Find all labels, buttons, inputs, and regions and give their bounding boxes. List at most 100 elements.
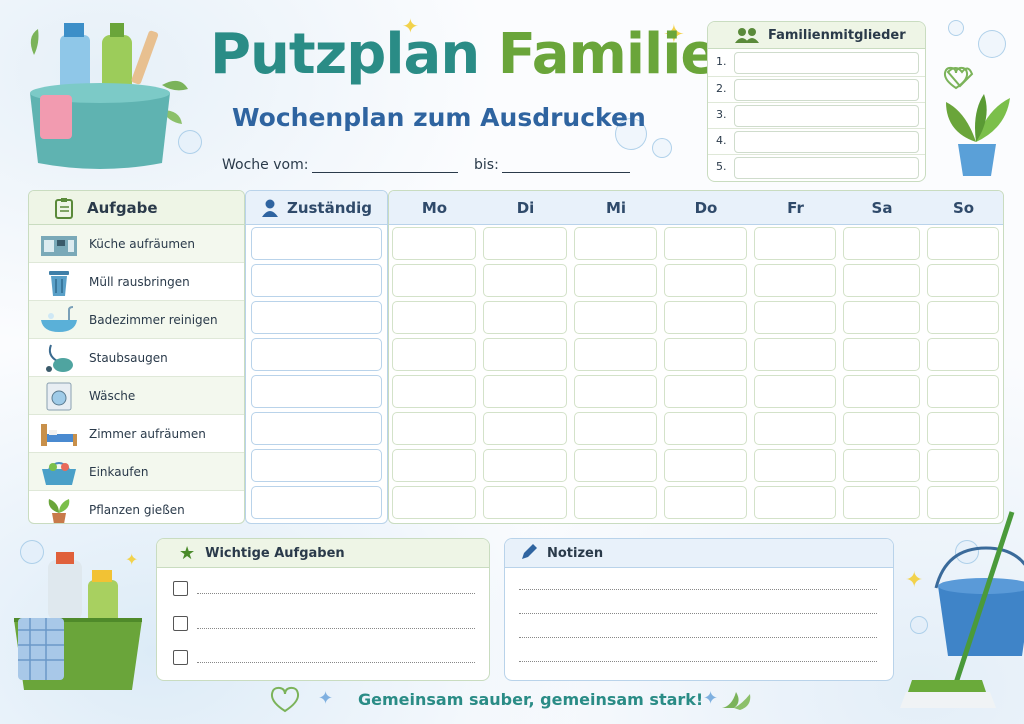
member-name-field[interactable] [734, 79, 919, 101]
important-tasks-title: Wichtige Aufgaben [205, 545, 345, 561]
day-cell[interactable] [843, 412, 920, 445]
day-cell[interactable] [392, 412, 476, 445]
task-checkbox[interactable] [173, 581, 188, 596]
assignee-cell[interactable] [251, 449, 382, 482]
day-cell[interactable] [927, 227, 999, 260]
day-cell[interactable] [574, 301, 657, 334]
member-name-field[interactable] [734, 105, 919, 127]
day-cell[interactable] [483, 338, 567, 371]
day-cell[interactable] [664, 375, 747, 408]
notes-box: Notizen [504, 538, 894, 681]
day-cell[interactable] [392, 264, 476, 297]
week-to-field[interactable] [502, 172, 630, 173]
task-checkbox[interactable] [173, 616, 188, 631]
member-name-field[interactable] [734, 131, 919, 153]
day-cell[interactable] [392, 449, 476, 482]
member-row: 5. [708, 154, 925, 181]
member-row: 2. [708, 76, 925, 103]
day-cell[interactable] [574, 449, 657, 482]
page-title: Putzplan Familie [210, 22, 718, 87]
day-cell[interactable] [754, 338, 836, 371]
week-to-label: bis: [474, 157, 499, 173]
day-cell[interactable] [574, 412, 657, 445]
day-cell[interactable] [754, 412, 836, 445]
pencil-icon [522, 544, 537, 559]
day-cell[interactable] [754, 375, 836, 408]
day-cell[interactable] [927, 449, 999, 482]
day-cell[interactable] [574, 338, 657, 371]
notes-line[interactable] [519, 613, 877, 614]
day-cell[interactable] [664, 264, 747, 297]
day-cell[interactable] [392, 301, 476, 334]
day-cell[interactable] [574, 227, 657, 260]
day-cell[interactable] [843, 264, 920, 297]
day-cell[interactable] [574, 486, 657, 519]
day-cell[interactable] [574, 264, 657, 297]
day-cell[interactable] [843, 449, 920, 482]
day-cell[interactable] [843, 227, 920, 260]
member-row: 3. [708, 102, 925, 129]
task-checkbox[interactable] [173, 650, 188, 665]
assignee-cell[interactable] [251, 486, 382, 519]
assignee-cell[interactable] [251, 301, 382, 334]
assignee-cell[interactable] [251, 338, 382, 371]
day-header: Sa [840, 191, 925, 225]
day-cell[interactable] [927, 338, 999, 371]
family-members-box: Familienmitglieder 1. 2. 3. 4. 5. [707, 21, 926, 182]
week-from-field[interactable] [312, 172, 458, 173]
write-line[interactable] [197, 628, 475, 629]
day-cell[interactable] [664, 227, 747, 260]
bucket-and-mop-icon [900, 511, 1024, 708]
task-row: Küche aufräumen [29, 225, 244, 263]
day-cell[interactable] [927, 375, 999, 408]
day-cell[interactable] [664, 338, 747, 371]
day-cell[interactable] [392, 338, 476, 371]
notes-line[interactable] [519, 661, 877, 662]
member-number: 5. [716, 160, 727, 173]
day-cell[interactable] [392, 375, 476, 408]
day-cell[interactable] [664, 301, 747, 334]
notes-line[interactable] [519, 637, 877, 638]
day-cell[interactable] [754, 227, 836, 260]
day-cell[interactable] [483, 301, 567, 334]
assignee-cell[interactable] [251, 412, 382, 445]
write-line[interactable] [197, 593, 475, 594]
member-name-field[interactable] [734, 157, 919, 179]
day-cell[interactable] [574, 375, 657, 408]
member-row: 4. [708, 128, 925, 155]
day-cell[interactable] [754, 301, 836, 334]
day-cell[interactable] [754, 449, 836, 482]
assignee-cell[interactable] [251, 375, 382, 408]
day-cell[interactable] [392, 227, 476, 260]
assignee-cell[interactable] [251, 227, 382, 260]
day-cell[interactable] [927, 412, 999, 445]
day-cell[interactable] [392, 486, 476, 519]
day-cell[interactable] [483, 264, 567, 297]
day-cell[interactable] [483, 227, 567, 260]
day-cell[interactable] [483, 375, 567, 408]
vacuum-icon [46, 344, 73, 372]
day-cell[interactable] [664, 449, 747, 482]
assignee-column-header: Zuständig [246, 191, 387, 225]
day-cell[interactable] [843, 375, 920, 408]
day-cell[interactable] [483, 412, 567, 445]
laundry-basket-icon [14, 552, 142, 690]
notes-title: Notizen [547, 545, 604, 561]
write-line[interactable] [197, 662, 475, 663]
member-name-field[interactable] [734, 52, 919, 74]
day-cell[interactable] [754, 486, 836, 519]
day-cell[interactable] [664, 412, 747, 445]
notes-line[interactable] [519, 589, 877, 590]
assignee-cell[interactable] [251, 264, 382, 297]
leaf-icon [722, 692, 751, 710]
notes-header: Notizen [505, 539, 893, 568]
day-cell[interactable] [754, 264, 836, 297]
day-cell[interactable] [843, 338, 920, 371]
day-cell[interactable] [843, 301, 920, 334]
day-cell[interactable] [483, 449, 567, 482]
day-cell[interactable] [664, 486, 747, 519]
day-cell[interactable] [927, 264, 999, 297]
day-cell[interactable] [483, 486, 567, 519]
shopping-basket-icon [42, 461, 76, 485]
day-cell[interactable] [927, 301, 999, 334]
